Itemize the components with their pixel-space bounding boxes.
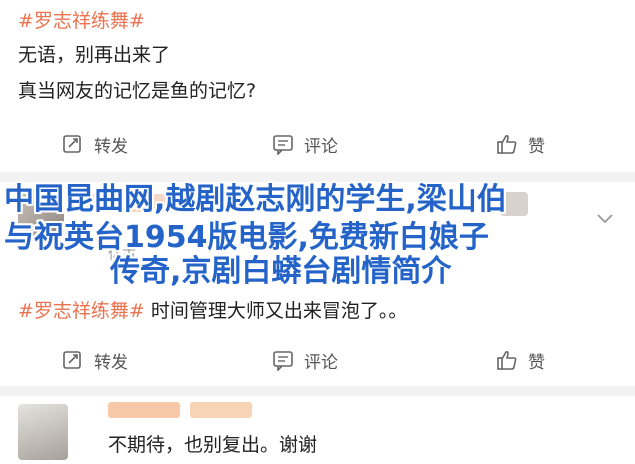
repost-icon <box>63 135 81 153</box>
overlay-title-line: 传奇,京剧白蟒台剧情简介 <box>110 254 452 289</box>
comment-button[interactable]: 评论 <box>272 132 338 157</box>
feed-divider <box>0 386 635 396</box>
post-actions: 转发 评论 赞 <box>0 124 635 164</box>
topic-hashtag[interactable]: #罗志祥练舞# <box>18 6 145 33</box>
repost-label: 转发 <box>94 352 128 373</box>
feed-divider <box>0 172 635 182</box>
repost-icon <box>63 351 81 369</box>
overlay-title-line: 与祝英台1954版电影,免费新白娘子 <box>4 220 489 255</box>
post-text-line: 真当网友的记忆是鱼的记忆? <box>18 80 257 102</box>
post-text: 时间管理大师又出来冒泡了。。 <box>150 300 408 322</box>
like-label: 赞 <box>528 136 545 157</box>
weibo-feed: #罗志祥练舞# 无语，别再出来了 真当网友的记忆是鱼的记忆? 转发 评论 赞 亿… <box>0 0 635 464</box>
post-text-line: #罗志祥练舞# 时间管理大师又出来冒泡了。。 <box>18 296 407 323</box>
like-button[interactable]: 赞 <box>496 132 545 157</box>
comment-label: 评论 <box>304 136 338 157</box>
username-blurred <box>190 402 252 418</box>
thumbs-up-icon <box>497 134 517 154</box>
comment-icon <box>273 351 293 371</box>
repost-button[interactable]: 转发 <box>62 348 128 373</box>
post-actions: 转发 评论 赞 <box>0 340 635 380</box>
repost-label: 转发 <box>94 136 128 157</box>
avatar[interactable] <box>18 404 68 460</box>
post-text: 不期待，也别复出。谢谢 <box>108 434 318 456</box>
like-label: 赞 <box>528 352 545 373</box>
overlay-title-line: 中国昆曲网,越剧赵志刚的学生,梁山伯 <box>4 182 507 217</box>
comment-label: 评论 <box>304 352 338 373</box>
username-blurred <box>108 402 180 418</box>
repost-button[interactable]: 转发 <box>62 132 128 157</box>
topic-hashtag[interactable]: #罗志祥练舞# <box>18 300 145 322</box>
post-text-line: 无语，别再出来了 <box>18 44 171 66</box>
comment-icon <box>273 135 293 155</box>
like-button[interactable]: 赞 <box>496 348 545 373</box>
thumbs-up-icon <box>497 350 517 370</box>
comment-button[interactable]: 评论 <box>272 348 338 373</box>
